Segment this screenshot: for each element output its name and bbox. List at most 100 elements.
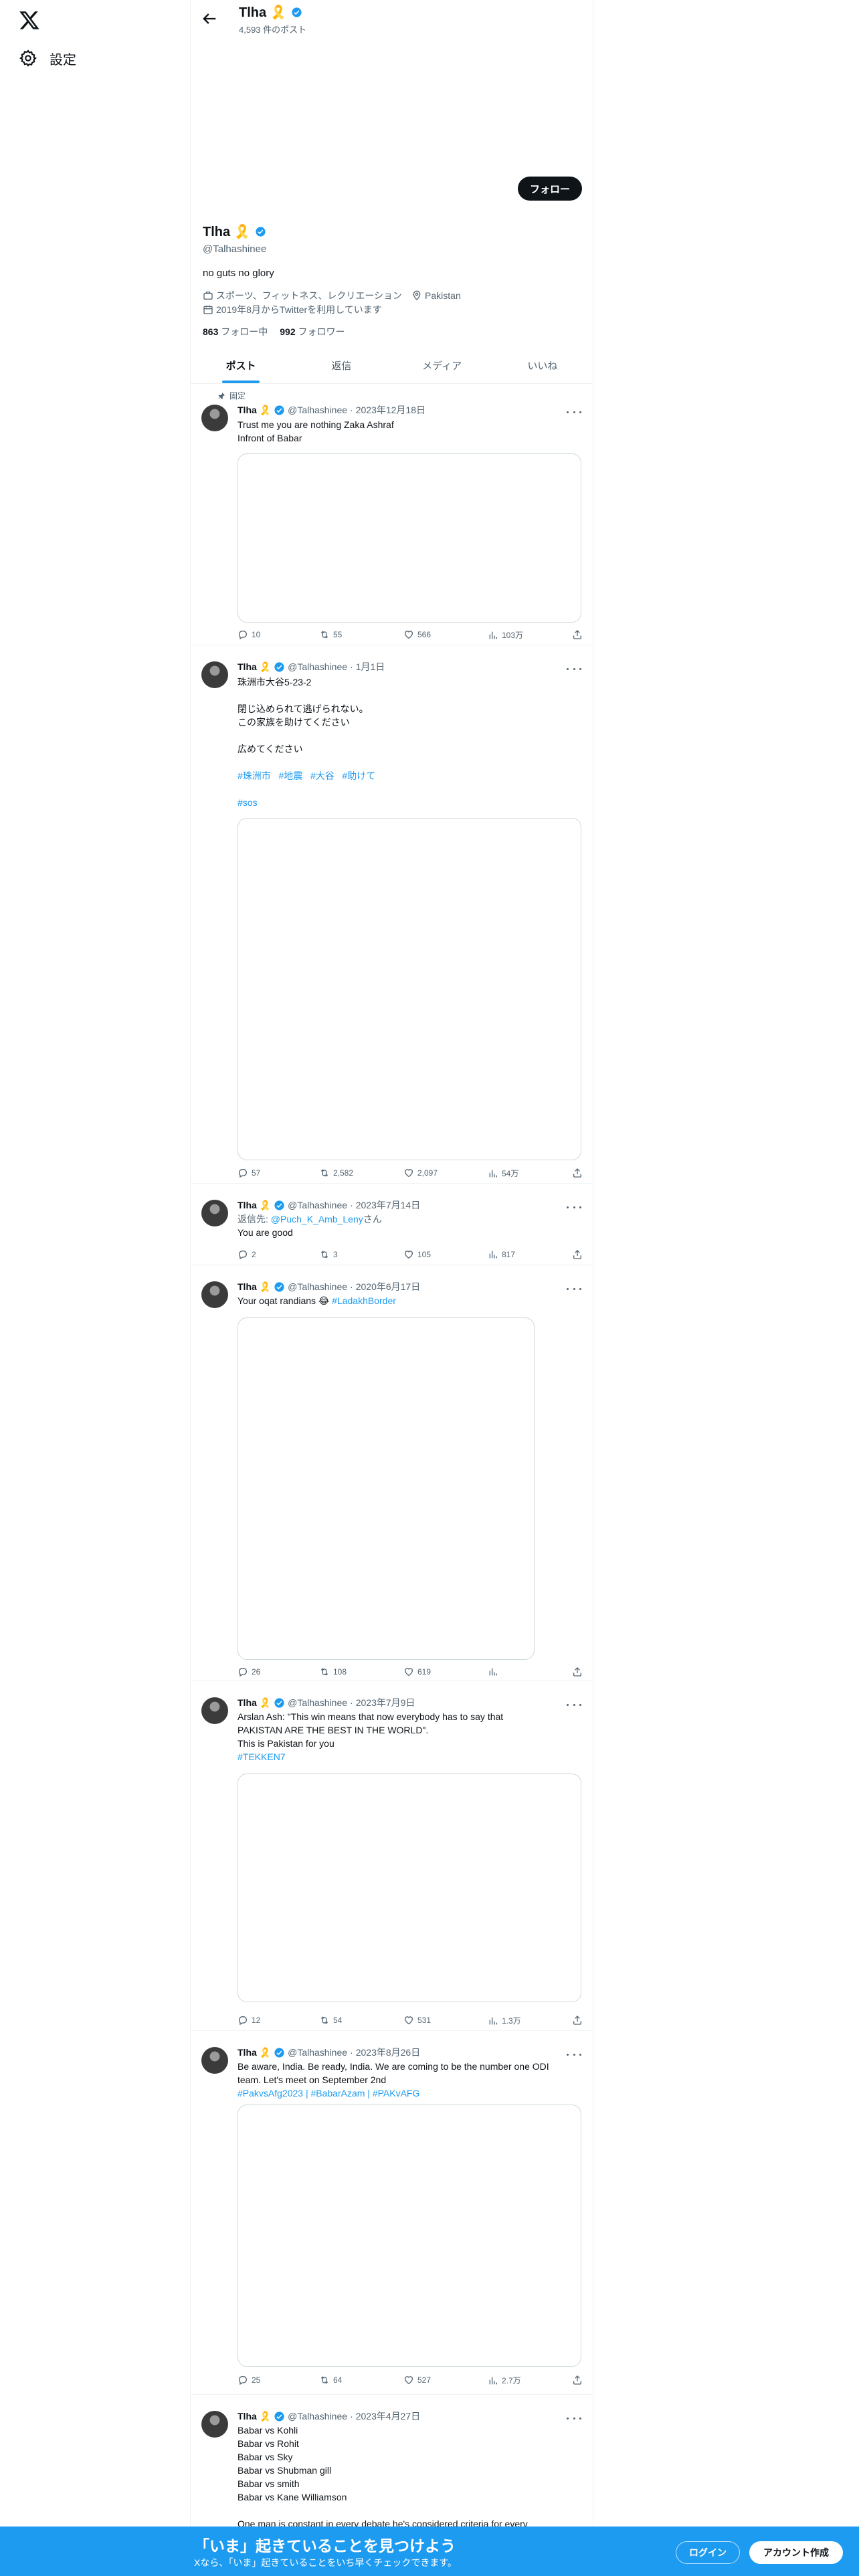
tweet[interactable]: 固定 Tlha 🎗️ @Talhashinee · 2023年12月18日 Tr… — [191, 385, 593, 645]
tweet-actions: 10 55 566 103万 — [237, 629, 584, 643]
mention-link[interactable]: @Puch_K_Amb_Leny — [271, 1214, 363, 1224]
hashtag-link[interactable]: #珠洲市 — [237, 770, 271, 781]
views-button[interactable]: 1.3万 — [488, 2015, 521, 2026]
analytics-icon — [489, 1251, 497, 1259]
hashtag-link[interactable]: #LadakhBorder — [332, 1295, 396, 1306]
hashtag-link[interactable]: #地震 — [278, 770, 302, 781]
share-button[interactable] — [572, 1249, 583, 1260]
tweet-header: Tlha 🎗️ @Talhashinee · 2023年4月27日 — [237, 2410, 421, 2422]
more-options-icon[interactable] — [567, 1700, 581, 1709]
views-button[interactable]: 54万 — [488, 1168, 518, 1179]
hashtag-link[interactable]: #sos — [237, 797, 258, 808]
retweet-button[interactable]: 2,582 — [319, 1168, 353, 1178]
like-button[interactable]: 566 — [403, 629, 431, 640]
tweet-media[interactable] — [237, 453, 581, 623]
tweet-actions: 26 108 619 — [237, 1667, 584, 1680]
reply-button[interactable]: 12 — [237, 2015, 260, 2026]
tweet[interactable]: Tlha 🎗️ @Talhashinee · 2023年7月9日 Arslan … — [191, 1681, 593, 2031]
tab-posts[interactable]: ポスト — [191, 348, 291, 383]
profile-category: スポーツ、フィットネス、レクリエーション — [203, 289, 402, 302]
signup-button[interactable]: アカウント作成 — [749, 2541, 843, 2564]
avatar[interactable] — [201, 661, 228, 688]
tweet-media[interactable] — [237, 1774, 581, 2002]
share-button[interactable] — [572, 2375, 583, 2385]
share-button[interactable] — [572, 1168, 583, 1178]
views-button[interactable]: 103万 — [488, 629, 523, 641]
tweet-text: Babar vs Kohli Babar vs Rohit Babar vs S… — [237, 2425, 528, 2529]
hashtag-link[interactable]: #PakvsAfg2023 | #BabarAzam | #PAKvAFG — [237, 2088, 419, 2099]
retweet-button[interactable]: 55 — [319, 629, 342, 640]
reply-button[interactable]: 2 — [237, 1249, 256, 1260]
reply-icon — [238, 631, 247, 640]
tweet-header: Tlha 🎗️ @Talhashinee · 1月1日 — [237, 661, 385, 673]
reply-icon — [238, 1251, 247, 1260]
hashtag-link[interactable]: #TEKKEN7 — [237, 1751, 286, 1762]
retweet-button[interactable]: 64 — [319, 2375, 342, 2385]
hashtag-link[interactable]: #大谷 — [310, 770, 335, 781]
reply-button[interactable]: 26 — [237, 1667, 260, 1677]
share-icon — [573, 2016, 581, 2025]
like-button[interactable]: 105 — [403, 1249, 431, 1260]
more-options-icon[interactable] — [567, 2050, 581, 2059]
followers-link[interactable]: 992 フォロワー — [280, 325, 345, 338]
tab-likes[interactable]: いいね — [492, 348, 593, 383]
share-button[interactable] — [572, 629, 583, 640]
more-options-icon[interactable] — [567, 407, 581, 417]
like-button[interactable]: 527 — [403, 2375, 431, 2385]
more-options-icon[interactable] — [567, 664, 581, 673]
settings-label: 設定 — [50, 52, 76, 68]
tab-replies[interactable]: 返信 — [291, 348, 391, 383]
profile-handle: @Talhashinee — [203, 243, 267, 255]
more-options-icon[interactable] — [567, 1202, 581, 1212]
retweet-button[interactable]: 108 — [319, 1667, 347, 1677]
tweet-header: Tlha 🎗️ @Talhashinee · 2023年7月14日 — [237, 1199, 421, 1211]
more-options-icon[interactable] — [567, 2413, 581, 2423]
settings-link[interactable]: 設定 — [19, 47, 76, 70]
reply-button[interactable]: 25 — [237, 2375, 260, 2385]
login-button[interactable]: ログイン — [676, 2541, 740, 2564]
back-arrow-icon[interactable] — [200, 9, 219, 28]
avatar[interactable] — [201, 2047, 228, 2074]
following-link[interactable]: 863 フォロー中 — [203, 325, 268, 338]
like-button[interactable]: 619 — [403, 1667, 431, 1677]
tweet[interactable]: Tlha 🎗️ @Talhashinee · 1月1日 珠洲市大谷5-23-2 … — [191, 645, 593, 1184]
tweet[interactable]: Tlha 🎗️ @Talhashinee · 2020年6月17日 Your o… — [191, 1265, 593, 1681]
views-button[interactable]: 817 — [488, 1249, 515, 1260]
share-icon — [573, 1250, 581, 1259]
tweet-media[interactable] — [237, 818, 581, 1160]
analytics-icon — [489, 1170, 497, 1177]
like-button[interactable]: 2,097 — [403, 1168, 438, 1178]
views-button[interactable]: 2.7万 — [488, 2375, 521, 2386]
x-logo-icon[interactable] — [19, 9, 40, 31]
tweet-header: Tlha 🎗️ @Talhashinee · 2023年7月9日 — [237, 1697, 415, 1709]
tweet[interactable]: Tlha 🎗️ @Talhashinee · 2023年7月14日 返信先: @… — [191, 1184, 593, 1265]
retweet-button[interactable]: 3 — [319, 1249, 338, 1260]
share-button[interactable] — [572, 2015, 583, 2026]
reply-button[interactable]: 57 — [237, 1168, 260, 1178]
follow-button[interactable]: フォロー — [518, 177, 582, 201]
reply-icon — [238, 1169, 247, 1178]
tweet-actions: 12 54 531 1.3万 — [237, 2015, 584, 2028]
calendar-icon — [203, 306, 213, 314]
avatar[interactable] — [201, 405, 228, 431]
main-column: Tlha 🎗️ 4,593 件のポスト フォロー Tlha 🎗️ @Talhas… — [190, 0, 593, 2576]
verified-badge-icon — [274, 2411, 284, 2422]
avatar[interactable] — [201, 1697, 228, 1724]
tweet-header: Tlha 🎗️ @Talhashinee · 2020年6月17日 — [237, 1281, 421, 1293]
tab-media[interactable]: メディア — [392, 348, 492, 383]
avatar[interactable] — [201, 1200, 228, 1226]
verified-badge-icon — [291, 7, 302, 17]
more-options-icon[interactable] — [567, 1284, 581, 1293]
retweet-button[interactable]: 54 — [319, 2015, 342, 2026]
reply-icon — [238, 2376, 247, 2385]
share-button[interactable] — [572, 1667, 583, 1677]
like-button[interactable]: 531 — [403, 2015, 431, 2026]
views-button[interactable] — [488, 1667, 502, 1677]
reply-button[interactable]: 10 — [237, 629, 260, 640]
tweet-media[interactable] — [237, 2105, 581, 2367]
avatar[interactable] — [201, 2411, 228, 2438]
hashtag-link[interactable]: #助けて — [342, 770, 375, 781]
tweet[interactable]: Tlha 🎗️ @Talhashinee · 2023年8月26日 Be awa… — [191, 2031, 593, 2395]
avatar[interactable] — [201, 1281, 228, 1308]
tweet-media[interactable] — [237, 1317, 535, 1660]
